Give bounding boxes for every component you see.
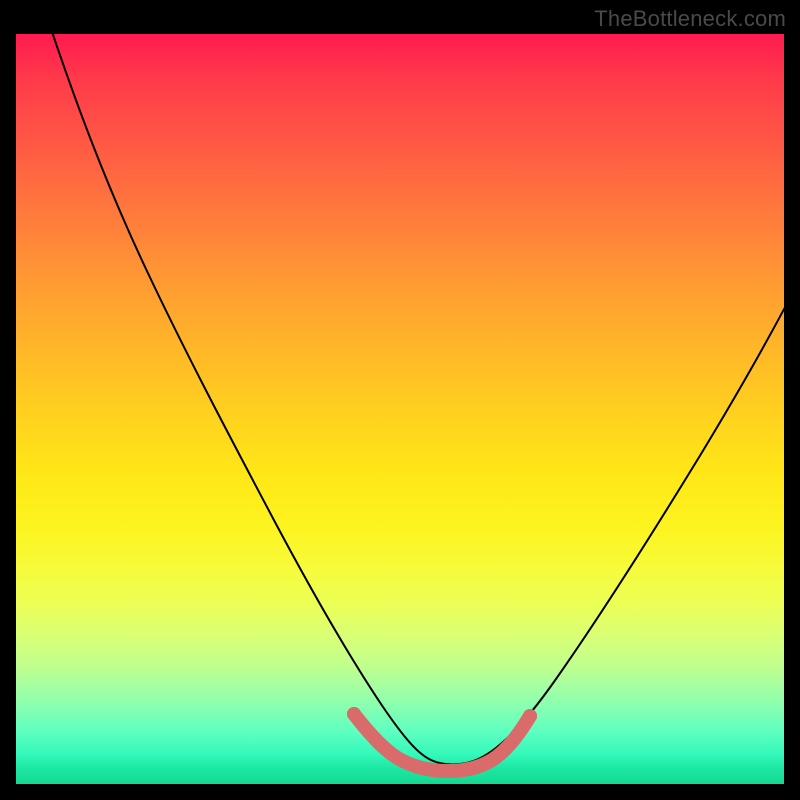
highlight-band: [354, 714, 530, 771]
highlight-dot-left: [347, 707, 361, 721]
highlight-dot-right: [523, 709, 537, 723]
watermark-text: TheBottleneck.com: [594, 6, 786, 32]
plot-area: [16, 34, 784, 784]
chart-frame: TheBottleneck.com: [0, 0, 800, 800]
bottleneck-curve: [46, 34, 784, 765]
curve-layer: [16, 34, 784, 784]
